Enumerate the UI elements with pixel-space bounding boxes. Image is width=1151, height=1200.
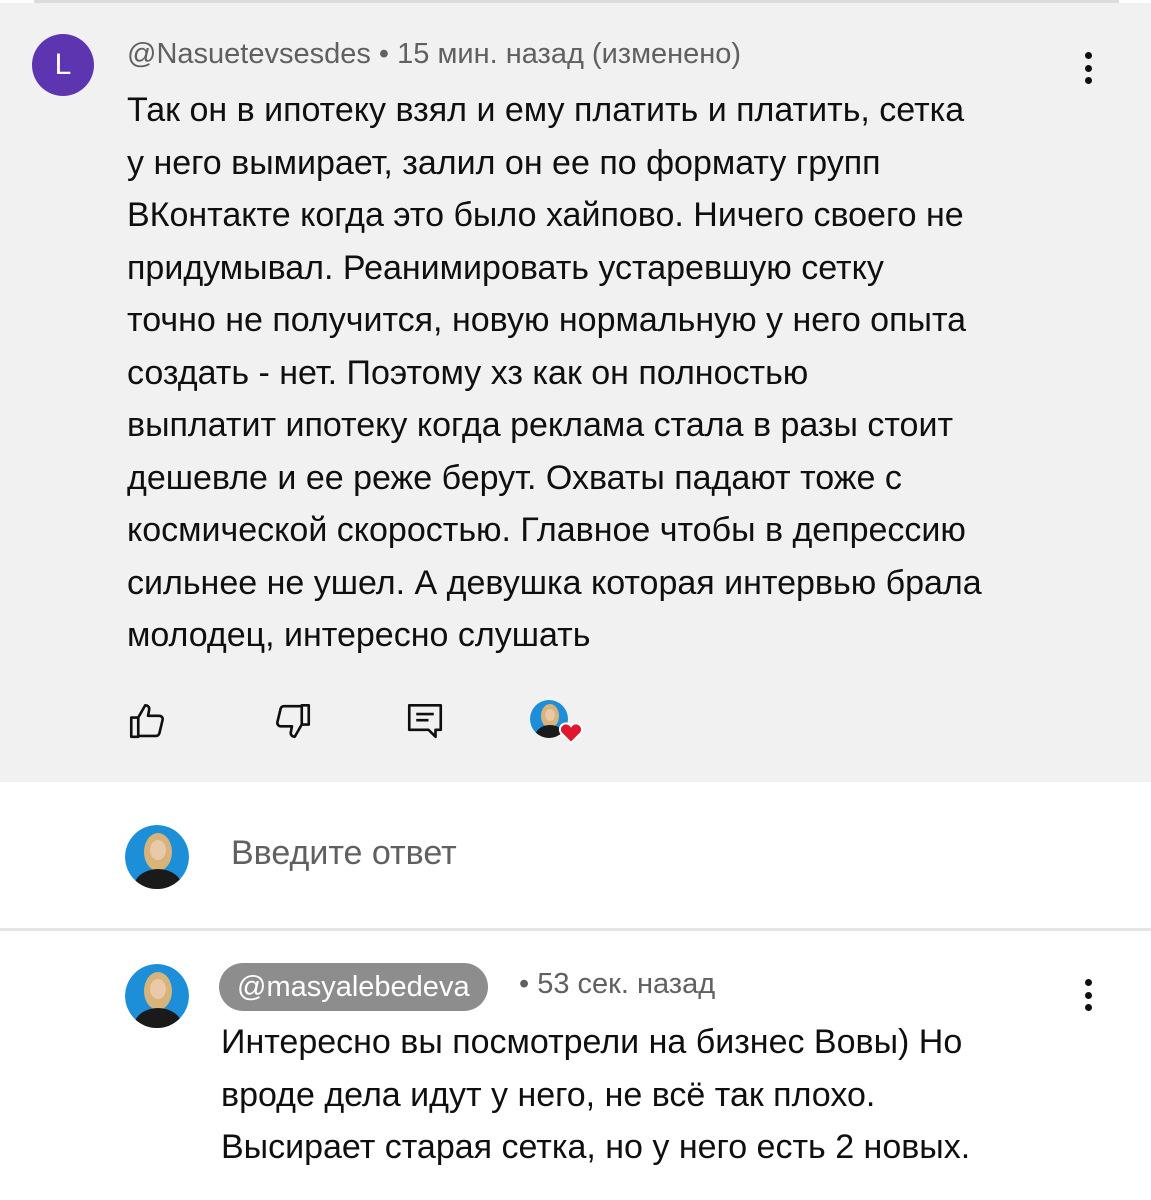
comment-time: 15 мин. назад (изменено) (397, 38, 742, 70)
reply-more-icon[interactable] (1073, 975, 1103, 1015)
comment-line: точно не получится, новую нормальную у н… (127, 301, 967, 339)
avatar-letter: L (54, 48, 72, 81)
comment-meta: @Nasuetevsesdes • 15 мин. назад (изменен… (127, 38, 741, 71)
reply-line: вроде дела идут у него, не всё так плохо… (221, 1075, 876, 1114)
reply-input[interactable]: Введите ответ (231, 834, 457, 873)
thumb-up-icon (129, 703, 164, 739)
author-avatar[interactable]: L (32, 34, 94, 96)
reply-button[interactable] (404, 700, 446, 747)
creator-heart-icon (530, 700, 584, 745)
dislike-button[interactable] (272, 700, 314, 747)
comment-line: у него вымирает, залил он ее по формату … (127, 143, 881, 182)
reply-text: Интересно вы посмотрели на бизнес Вовы) … (221, 1016, 1121, 1174)
comment-text: Так он в ипотеку взял и ему платить и пл… (127, 84, 1107, 662)
comment-line: сильнее не ушел. А девушка которая интер… (127, 563, 982, 602)
reply-author-avatar[interactable] (125, 964, 189, 1028)
reply-author-handle[interactable]: @masyalebedeva (219, 963, 488, 1011)
comment-line: придумывал. Реанимировать устаревшую сет… (127, 248, 884, 287)
creator-heart[interactable] (529, 699, 585, 747)
reply-time: • 53 сек. назад (519, 968, 716, 1000)
comment-line: создать - нет. Поэтому хз как он полност… (127, 353, 809, 392)
comment-reply-icon (407, 703, 443, 739)
comment-line: ВКонтакте когда это было хайпово. Ничего… (127, 196, 964, 234)
comment-line: молодец, интересно слушать (127, 616, 591, 654)
thumb-down-icon (276, 703, 311, 739)
section-divider (0, 928, 1151, 931)
like-button[interactable] (126, 700, 168, 747)
my-avatar (125, 825, 189, 889)
comment-line: выплатит ипотеку когда реклама стала в р… (127, 406, 954, 444)
reply-line: Интересно вы посмотрели на бизнес Вовы) … (221, 1023, 963, 1061)
profile-photo-icon (125, 825, 189, 889)
profile-photo-icon (125, 964, 189, 1028)
comment-line: дешевле и ее реже берут. Охваты падают т… (127, 458, 902, 497)
comment-line: Так он в ипотеку взял и ему платить и пл… (127, 91, 965, 129)
reply-line: Высирает старая сетка, но у него есть 2 … (221, 1128, 971, 1166)
comment-more-icon[interactable] (1073, 48, 1103, 88)
comment-line: космической скоростью. Главное чтобы в д… (127, 511, 966, 549)
comment-author[interactable]: @Nasuetevsesdes (127, 38, 371, 70)
meta-separator: • (370, 38, 398, 70)
